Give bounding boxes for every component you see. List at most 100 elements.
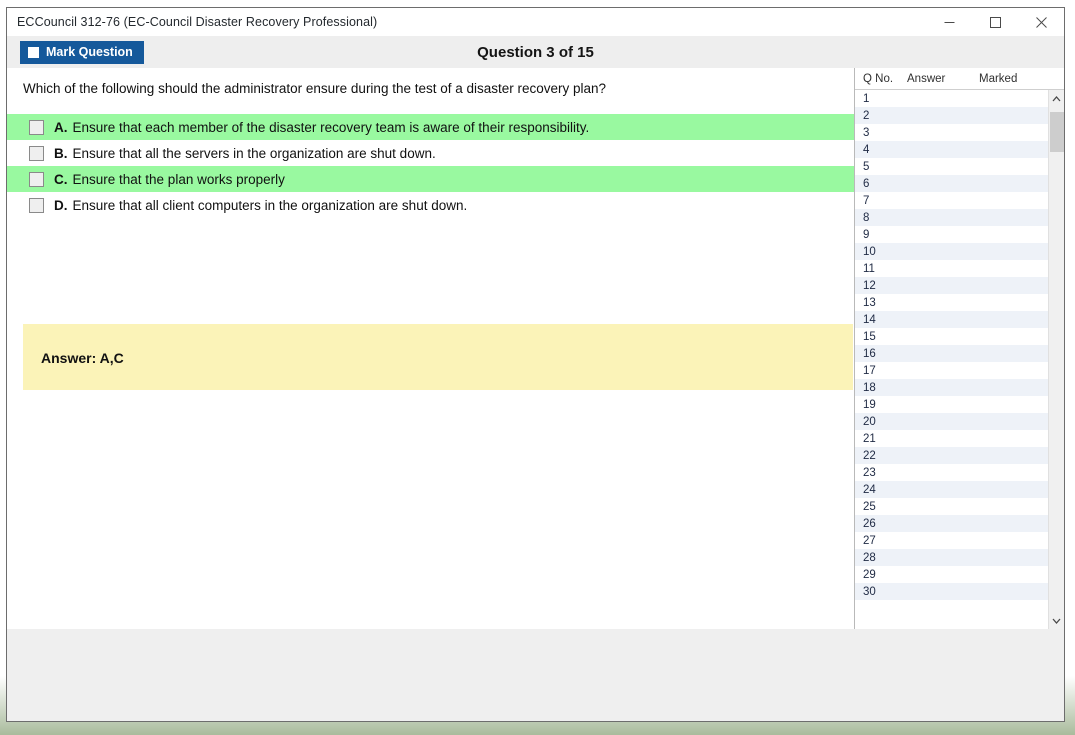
chevron-down-icon	[1052, 618, 1061, 624]
question-list-row[interactable]: 24	[855, 481, 1048, 498]
question-list-row[interactable]: 22	[855, 447, 1048, 464]
option-text: Ensure that the plan works properly	[72, 171, 285, 187]
row-question-number: 27	[863, 534, 876, 547]
question-list-row[interactable]: 5	[855, 158, 1048, 175]
row-question-number: 30	[863, 585, 876, 598]
answer-text: Answer: A,C	[41, 350, 124, 366]
question-list-row[interactable]: 18	[855, 379, 1048, 396]
row-question-number: 13	[863, 296, 876, 309]
question-list-row[interactable]: 8	[855, 209, 1048, 226]
mark-question-label: Mark Question	[46, 45, 133, 59]
question-list-row[interactable]: 29	[855, 566, 1048, 583]
question-list-row[interactable]: 6	[855, 175, 1048, 192]
option-letter: C.	[54, 171, 68, 187]
question-list-scrollbar[interactable]	[1048, 90, 1064, 629]
question-rows[interactable]: 1 2 3 4 5 6 7 8 9 10 11 12 13 14 15 16 17 18 19 20 21 22 23 24 2…	[855, 90, 1048, 629]
option-letter: D.	[54, 197, 68, 213]
row-question-number: 15	[863, 330, 876, 343]
row-question-number: 9	[863, 228, 870, 241]
question-list-row[interactable]: 12	[855, 277, 1048, 294]
question-list-row[interactable]: 28	[855, 549, 1048, 566]
title-bar: ECCouncil 312-76 (EC-Council Disaster Re…	[7, 8, 1064, 36]
row-question-number: 11	[863, 262, 875, 275]
row-question-number: 29	[863, 568, 876, 581]
row-question-number: 5	[863, 160, 870, 173]
close-button[interactable]	[1018, 8, 1064, 36]
question-list-row[interactable]: 13	[855, 294, 1048, 311]
question-list-row[interactable]: 19	[855, 396, 1048, 413]
row-question-number: 4	[863, 143, 870, 156]
row-question-number: 10	[863, 245, 876, 258]
question-list-panel: Q No. Answer Marked 1 2 3 4 5 6 7 8 9 10 11 12 13 14 1…	[854, 68, 1064, 629]
option-row[interactable]: A. Ensure that each member of the disaste…	[7, 114, 854, 140]
question-list-row[interactable]: 23	[855, 464, 1048, 481]
maximize-button[interactable]	[972, 8, 1018, 36]
row-question-number: 2	[863, 109, 870, 122]
column-header-answer: Answer	[907, 72, 946, 85]
window-controls	[926, 8, 1064, 36]
row-question-number: 14	[863, 313, 876, 326]
option-text: Ensure that all client computers in the …	[72, 197, 468, 213]
question-text: Which of the following should the admini…	[23, 81, 607, 96]
row-question-number: 19	[863, 398, 876, 411]
scroll-up-button[interactable]	[1049, 90, 1065, 107]
question-list-header: Q No. Answer Marked	[855, 68, 1064, 90]
question-list-row[interactable]: 2	[855, 107, 1048, 124]
question-list-row[interactable]: 7	[855, 192, 1048, 209]
close-icon	[1035, 16, 1047, 28]
question-list-row[interactable]: 30	[855, 583, 1048, 600]
row-question-number: 8	[863, 211, 870, 224]
question-list-row[interactable]: 17	[855, 362, 1048, 379]
question-list-row[interactable]: 4	[855, 141, 1048, 158]
row-question-number: 6	[863, 177, 870, 190]
question-list-row[interactable]: 15	[855, 328, 1048, 345]
question-list-row[interactable]: 25	[855, 498, 1048, 515]
question-list-row[interactable]: 21	[855, 430, 1048, 447]
mark-question-button[interactable]: Mark Question	[20, 40, 144, 64]
row-question-number: 24	[863, 483, 876, 496]
chevron-up-icon	[1052, 95, 1061, 101]
question-list-row[interactable]: 26	[855, 515, 1048, 532]
question-list-row[interactable]: 27	[855, 532, 1048, 549]
window-title: ECCouncil 312-76 (EC-Council Disaster Re…	[17, 15, 378, 29]
question-list-row[interactable]: 14	[855, 311, 1048, 328]
minimize-icon	[944, 21, 954, 23]
option-row[interactable]: D. Ensure that all client computers in th…	[7, 192, 854, 218]
row-question-number: 1	[863, 92, 870, 105]
row-question-number: 7	[863, 194, 870, 207]
column-header-marked: Marked	[979, 72, 1018, 85]
exam-body: Which of the following should the admini…	[7, 68, 1064, 629]
question-list-row[interactable]: 3	[855, 124, 1048, 141]
screenshot-root: ECCouncil 312-76 (EC-Council Disaster Re…	[0, 0, 1075, 735]
scroll-down-button[interactable]	[1049, 612, 1065, 629]
row-question-number: 20	[863, 415, 876, 428]
row-question-number: 16	[863, 347, 876, 360]
question-list-row[interactable]: 10	[855, 243, 1048, 260]
minimize-button[interactable]	[926, 8, 972, 36]
row-question-number: 12	[863, 279, 876, 292]
question-list-row[interactable]: 9	[855, 226, 1048, 243]
option-letter: B.	[54, 145, 68, 161]
scrollbar-thumb[interactable]	[1050, 112, 1064, 152]
row-question-number: 28	[863, 551, 876, 564]
question-list-body: 1 2 3 4 5 6 7 8 9 10 11 12 13 14 15 16 17 18 19 20 21 22 23 24 2…	[855, 90, 1064, 629]
row-question-number: 3	[863, 126, 870, 139]
row-question-number: 26	[863, 517, 876, 530]
question-list-row[interactable]: 16	[855, 345, 1048, 362]
question-list-row[interactable]: 20	[855, 413, 1048, 430]
option-row[interactable]: B. Ensure that all the servers in the org…	[7, 140, 854, 166]
question-list-row[interactable]: 11	[855, 260, 1048, 277]
option-checkbox-c[interactable]	[29, 171, 44, 187]
question-list-row[interactable]: 1	[855, 90, 1048, 107]
answer-box: Answer: A,C	[23, 324, 853, 390]
option-checkbox-d[interactable]	[29, 197, 44, 213]
option-checkbox-a[interactable]	[29, 119, 44, 135]
option-text: Ensure that all the servers in the organ…	[72, 145, 436, 161]
mark-question-checkbox-icon	[28, 46, 39, 58]
exam-header-bar: Mark Question Question 3 of 15	[7, 36, 1064, 68]
question-pane: Which of the following should the admini…	[7, 68, 854, 629]
option-checkbox-b[interactable]	[29, 145, 44, 161]
option-row[interactable]: C. Ensure that the plan works properly	[7, 166, 854, 192]
row-question-number: 21	[863, 432, 876, 445]
column-header-qno: Q No.	[863, 72, 894, 85]
